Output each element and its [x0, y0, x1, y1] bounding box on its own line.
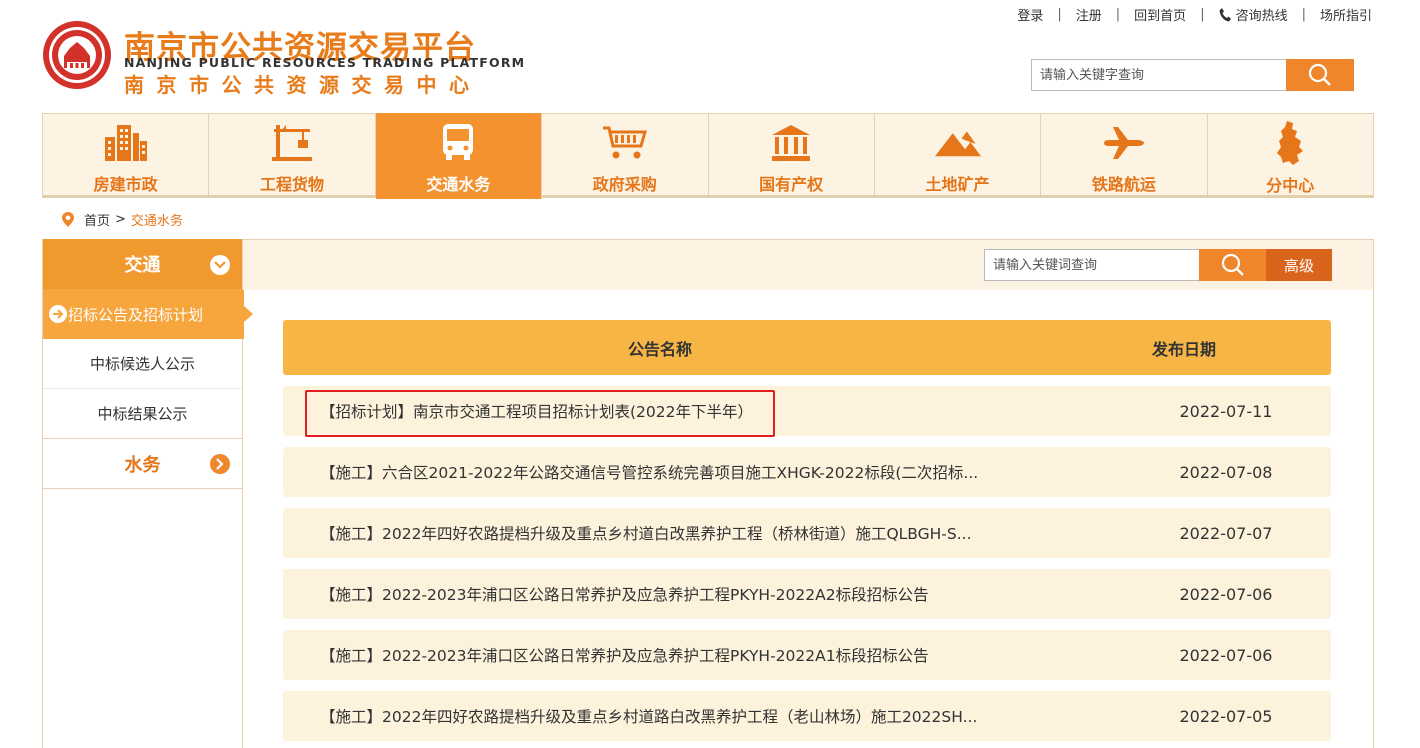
nav-item-transport[interactable]: 交通水务 [375, 113, 543, 199]
bank-icon [768, 123, 814, 162]
chevron-down-icon [210, 255, 230, 275]
breadcrumb: 首页 > 交通水务 [62, 210, 183, 229]
breadcrumb-current[interactable]: 交通水务 [131, 210, 183, 229]
content-toolbar: 高级 [243, 240, 1373, 290]
announcement-date: 2022-07-06 [1179, 645, 1273, 665]
table-row[interactable]: 【施工】2022-2023年浦口区公路日常养护及应急养护工程PKYH-2022A… [283, 630, 1331, 680]
nav-item-land-mineral[interactable]: 土地矿产 [875, 114, 1042, 195]
main-content: 高级 公告名称 发布日期 【招标计划】南京市交通工程项目招标计划表(2022年下… [243, 239, 1374, 748]
nav-label: 国有产权 [759, 175, 824, 194]
announcement-date: 2022-07-06 [1179, 584, 1273, 604]
site-subtitle: 南京市公共资源交易中心 [124, 73, 482, 97]
sidebar-group-label: 交通 [124, 255, 161, 276]
announcement-title[interactable]: 【施工】六合区2021-2022年公路交通信号管控系统完善项目施工XHGK-20… [283, 461, 1121, 483]
nav-label: 工程货物 [260, 175, 325, 194]
main-nav: 房建市政 工程货物 交通水务 政府采购 国有产权 土地矿产 铁路航运 分中心 [42, 113, 1374, 199]
guide-link[interactable]: 场所指引 [1320, 5, 1372, 24]
content-search: 高级 [984, 249, 1332, 281]
sidebar-item-tender-announcement[interactable]: 招标公告及招标计划 [43, 289, 253, 339]
header-search-input[interactable] [1031, 59, 1286, 91]
home-link[interactable]: 回到首页 [1134, 5, 1186, 24]
table-row[interactable]: 【施工】2022年四好农路提档升级及重点乡村道路白改黑养护工程（老山林场）施工2… [283, 691, 1331, 741]
phone-icon [1219, 8, 1231, 22]
search-icon [1221, 253, 1244, 276]
breadcrumb-separator: > [115, 212, 126, 227]
location-pin-icon [62, 212, 74, 227]
announcement-title[interactable]: 【施工】2022年四好农路提档升级及重点乡村道路白改黑养护工程（老山林场）施工2… [283, 705, 1121, 727]
top-links: 登录 | 注册 | 回到首页 | 咨询热线 | 场所指引 [1017, 5, 1372, 24]
announcement-title[interactable]: 【施工】2022-2023年浦口区公路日常养护及应急养护工程PKYH-2022A… [283, 644, 1121, 666]
separator: | [1200, 7, 1205, 22]
sidebar-group-water[interactable]: 水务 [43, 439, 242, 489]
nav-item-procurement[interactable]: 政府采购 [542, 114, 709, 195]
site-logo[interactable]: 南京市公共资源交易平台 NANJING PUBLIC RESOURCES TRA… [42, 18, 526, 97]
sidebar: 交通 招标公告及招标计划 中标候选人公示 中标结果公示 水务 [42, 239, 253, 748]
chevron-right-icon [210, 454, 230, 474]
sidebar-item-label: 招标公告及招标计划 [68, 305, 204, 324]
table-row[interactable]: 【施工】2022年四好农路提档升级及重点乡村道白改黑养护工程（桥林街道）施工QL… [283, 508, 1331, 558]
content-search-input[interactable] [984, 249, 1199, 281]
separator: | [1057, 7, 1062, 22]
nav-label: 土地矿产 [925, 175, 990, 194]
announcement-date: 2022-07-08 [1179, 462, 1273, 482]
nav-label: 交通水务 [426, 175, 491, 194]
nav-item-engineering[interactable]: 工程货物 [209, 114, 376, 195]
nav-label: 铁路航运 [1091, 175, 1156, 194]
register-link[interactable]: 注册 [1076, 5, 1102, 24]
arrow-right-icon [49, 305, 67, 323]
buildings-icon [103, 123, 149, 162]
column-header-date: 发布日期 [1151, 339, 1216, 359]
nav-label: 政府采购 [592, 175, 657, 194]
nav-item-state-property[interactable]: 国有产权 [709, 114, 875, 195]
cart-icon [602, 123, 648, 162]
login-link[interactable]: 登录 [1017, 5, 1043, 24]
column-header-name: 公告名称 [627, 339, 692, 359]
breadcrumb-home[interactable]: 首页 [84, 210, 110, 229]
hotline-link[interactable]: 咨询热线 [1219, 5, 1288, 24]
content-search-button[interactable] [1199, 249, 1266, 281]
nav-item-housing[interactable]: 房建市政 [43, 114, 210, 195]
sidebar-group-traffic[interactable]: 交通 [43, 239, 242, 289]
announcement-title[interactable]: 【施工】2022年四好农路提档升级及重点乡村道白改黑养护工程（桥林街道）施工QL… [283, 522, 1121, 544]
table-row[interactable]: 【施工】六合区2021-2022年公路交通信号管控系统完善项目施工XHGK-20… [283, 447, 1331, 497]
announcement-date: 2022-07-07 [1179, 523, 1273, 543]
nav-item-rail-shipping[interactable]: 铁路航运 [1041, 114, 1208, 195]
announcement-title[interactable]: 【施工】2022-2023年浦口区公路日常养护及应急养护工程PKYH-2022A… [283, 583, 1121, 605]
sidebar-group-label: 水务 [124, 454, 161, 476]
nav-label: 房建市政 [93, 175, 158, 194]
table-header: 公告名称 发布日期 [283, 320, 1331, 375]
plane-icon [1101, 123, 1147, 162]
announcement-title[interactable]: 【招标计划】南京市交通工程项目招标计划表(2022年下半年） [283, 400, 1121, 422]
mountain-icon [934, 123, 981, 162]
separator: | [1301, 7, 1306, 22]
nav-item-branch-center[interactable]: 分中心 [1208, 114, 1373, 195]
table-row[interactable]: 【招标计划】南京市交通工程项目招标计划表(2022年下半年） 2022-07-1… [283, 386, 1331, 436]
sidebar-item-results[interactable]: 中标结果公示 [43, 389, 242, 439]
header-search [1031, 59, 1354, 91]
announcement-date: 2022-07-05 [1179, 706, 1273, 726]
map-icon [1267, 121, 1313, 165]
hotline-label: 咨询热线 [1235, 9, 1288, 24]
site-title-english: NANJING PUBLIC RESOURCES TRADING PLATFOR… [124, 55, 526, 70]
table-row[interactable]: 【施工】2022-2023年浦口区公路日常养护及应急养护工程PKYH-2022A… [283, 569, 1331, 619]
bus-icon [435, 122, 481, 162]
announcement-date: 2022-07-11 [1179, 401, 1273, 421]
search-icon [1308, 63, 1331, 86]
header-search-button[interactable] [1286, 59, 1354, 91]
separator: | [1115, 7, 1121, 22]
nav-label: 分中心 [1266, 176, 1315, 195]
sidebar-item-candidates[interactable]: 中标候选人公示 [43, 339, 242, 389]
advanced-search-button[interactable]: 高级 [1266, 249, 1332, 281]
crane-icon [269, 123, 315, 162]
nanjing-seal-icon [43, 21, 111, 89]
